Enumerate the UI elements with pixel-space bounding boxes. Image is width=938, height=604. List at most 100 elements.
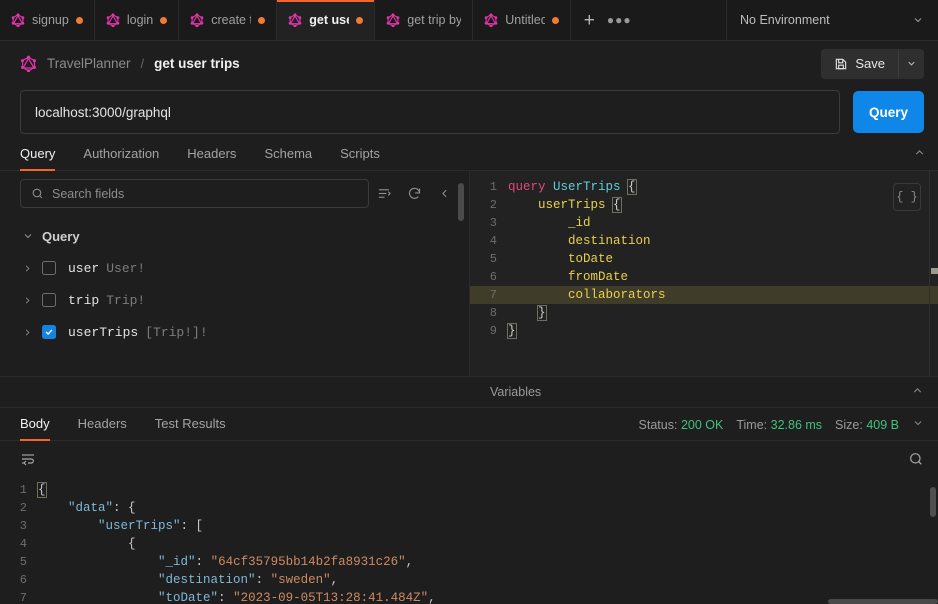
fields-group-label: Query [42, 228, 80, 244]
variables-row: Variables [0, 376, 938, 408]
chevron-left-icon [441, 189, 447, 198]
request-tab-3[interactable]: get user tr [277, 0, 376, 40]
status-metric: Status: 200 OK [639, 418, 724, 432]
code-line: 2 userTrips { [470, 196, 938, 214]
send-query-button[interactable]: Query [853, 91, 924, 133]
request-section-tab-scripts[interactable]: Scripts [340, 146, 380, 170]
save-button-label: Save [855, 56, 885, 71]
field-row-trip[interactable]: trip Trip! [0, 284, 469, 316]
line-text: toDate [568, 252, 614, 266]
line-number: 4 [489, 234, 497, 248]
prettify-query-button[interactable]: { } [893, 183, 921, 211]
response-meta-toggle[interactable] [912, 417, 924, 433]
response-tab-test-results[interactable]: Test Results [155, 416, 226, 440]
response-tab-body[interactable]: Body [20, 416, 50, 441]
response-search-button[interactable] [908, 451, 924, 472]
request-tab-label: login [126, 13, 154, 27]
line-text: fromDate [568, 270, 629, 284]
chevron-up-icon [913, 387, 922, 393]
chevron-right-icon[interactable] [22, 263, 42, 274]
field-checkbox-userTrips[interactable] [42, 325, 56, 339]
unsaved-indicator-dot [258, 16, 266, 24]
app-window: signup login create trip get user tr get tri… [0, 0, 938, 604]
response-body[interactable]: 1{2 "data": {3 "userTrips": [4 {5 "_id":… [0, 481, 938, 604]
fields-tree: Query user User! trip Trip! userTrips [Trip!]! [0, 208, 469, 376]
request-section-tab-query[interactable]: Query [20, 146, 56, 171]
json-line: 6 "destination": "sweden", [0, 571, 938, 589]
fields-refresh-button[interactable] [399, 179, 429, 208]
line-number: 4 [19, 537, 27, 551]
line-text: collaborators [568, 288, 666, 302]
line-text: "data": { [68, 501, 136, 515]
request-tab-4[interactable]: get trip by id [375, 0, 474, 40]
collapse-fields-button[interactable] [429, 179, 459, 208]
line-number: 6 [489, 270, 497, 284]
unsaved-indicator-dot [160, 16, 168, 24]
code-line: 5 toDate [470, 250, 938, 268]
request-tab-5[interactable]: Untitled R [473, 0, 572, 40]
code-line: 1 query UserTrips { [470, 178, 938, 196]
status-value: 200 OK [680, 418, 724, 432]
request-section-tab-headers[interactable]: Headers [187, 146, 236, 170]
editor-scrollbar[interactable] [929, 171, 938, 376]
url-input[interactable]: localhost:3000/graphql [20, 90, 840, 134]
chevron-right-icon[interactable] [22, 327, 42, 338]
field-type: [Trip!]! [145, 324, 208, 340]
field-row-userTrips[interactable]: userTrips [Trip!]! [0, 316, 469, 348]
json-line: 2 "data": { [0, 499, 938, 517]
response-horizontal-scrollbar[interactable] [828, 599, 938, 604]
graphql-icon [21, 55, 36, 72]
request-tab-2[interactable]: create trip [179, 0, 278, 40]
request-tab-label: create trip [211, 13, 251, 27]
variables-bar[interactable]: Variables [470, 376, 938, 408]
code-line: 6 fromDate [470, 268, 938, 286]
search-fields-input[interactable]: Search fields [20, 179, 369, 208]
chevron-right-icon[interactable] [22, 295, 42, 306]
request-tab-0[interactable]: signup [0, 0, 95, 40]
line-text: } [537, 305, 547, 321]
tab-overflow-button[interactable]: ●●● [605, 6, 633, 34]
field-checkbox-trip[interactable] [42, 293, 56, 307]
json-line: 5 "_id": "64cf35795bb14b2fa8931c26", [0, 553, 938, 571]
fields-filter-button[interactable] [369, 179, 399, 208]
field-row-user[interactable]: user User! [0, 252, 469, 284]
word-wrap-button[interactable] [20, 451, 36, 472]
line-text: query UserTrips { [508, 179, 637, 195]
new-tab-button[interactable]: + [575, 6, 603, 34]
request-body-area: Search fields Query user User! trip Trip! use… [0, 171, 938, 376]
graphql-query-editor[interactable]: 1 query UserTrips {2 userTrips {3 _id 4 de… [470, 171, 938, 376]
request-tab-1[interactable]: login [95, 0, 180, 40]
field-checkbox-user[interactable] [42, 261, 56, 275]
response-tab-headers[interactable]: Headers [78, 416, 127, 440]
unsaved-indicator-dot [75, 16, 83, 24]
request-tab-label: Untitled R [505, 13, 546, 27]
filter-icon [378, 189, 391, 198]
fields-scrollbar[interactable] [458, 183, 464, 221]
response-scrollbar[interactable] [930, 487, 936, 517]
line-number: 5 [489, 252, 497, 266]
graphql-icon [106, 13, 120, 27]
search-fields-placeholder: Search fields [52, 186, 125, 201]
collapse-request-button[interactable] [913, 146, 926, 163]
breadcrumb-request-name[interactable]: get user trips [154, 56, 240, 71]
variables-toggle[interactable] [911, 384, 924, 401]
environment-selector[interactable]: No Environment [726, 0, 938, 40]
chevron-down-icon [914, 18, 922, 23]
code-line: 9} [470, 322, 938, 340]
line-number: 7 [489, 288, 497, 302]
field-name: trip [68, 292, 100, 308]
fields-group-query[interactable]: Query [0, 220, 469, 252]
chevron-down-icon [914, 421, 922, 426]
line-text: "_id": "64cf35795bb14b2fa8931c26", [158, 555, 414, 569]
graphql-icon [288, 13, 302, 27]
breadcrumb-collection[interactable]: TravelPlanner [47, 56, 131, 71]
graphql-icon [11, 13, 25, 27]
json-line: 7 "toDate": "2023-09-05T13:28:41.484Z", [0, 589, 938, 604]
save-options-button[interactable] [898, 48, 924, 79]
request-section-tab-authorization[interactable]: Authorization [83, 146, 159, 170]
save-button[interactable]: Save [821, 48, 898, 79]
request-section-tab-schema[interactable]: Schema [264, 146, 312, 170]
code-line: 3 _id [470, 214, 938, 232]
field-name: user [68, 260, 100, 276]
line-text: { [37, 482, 47, 498]
